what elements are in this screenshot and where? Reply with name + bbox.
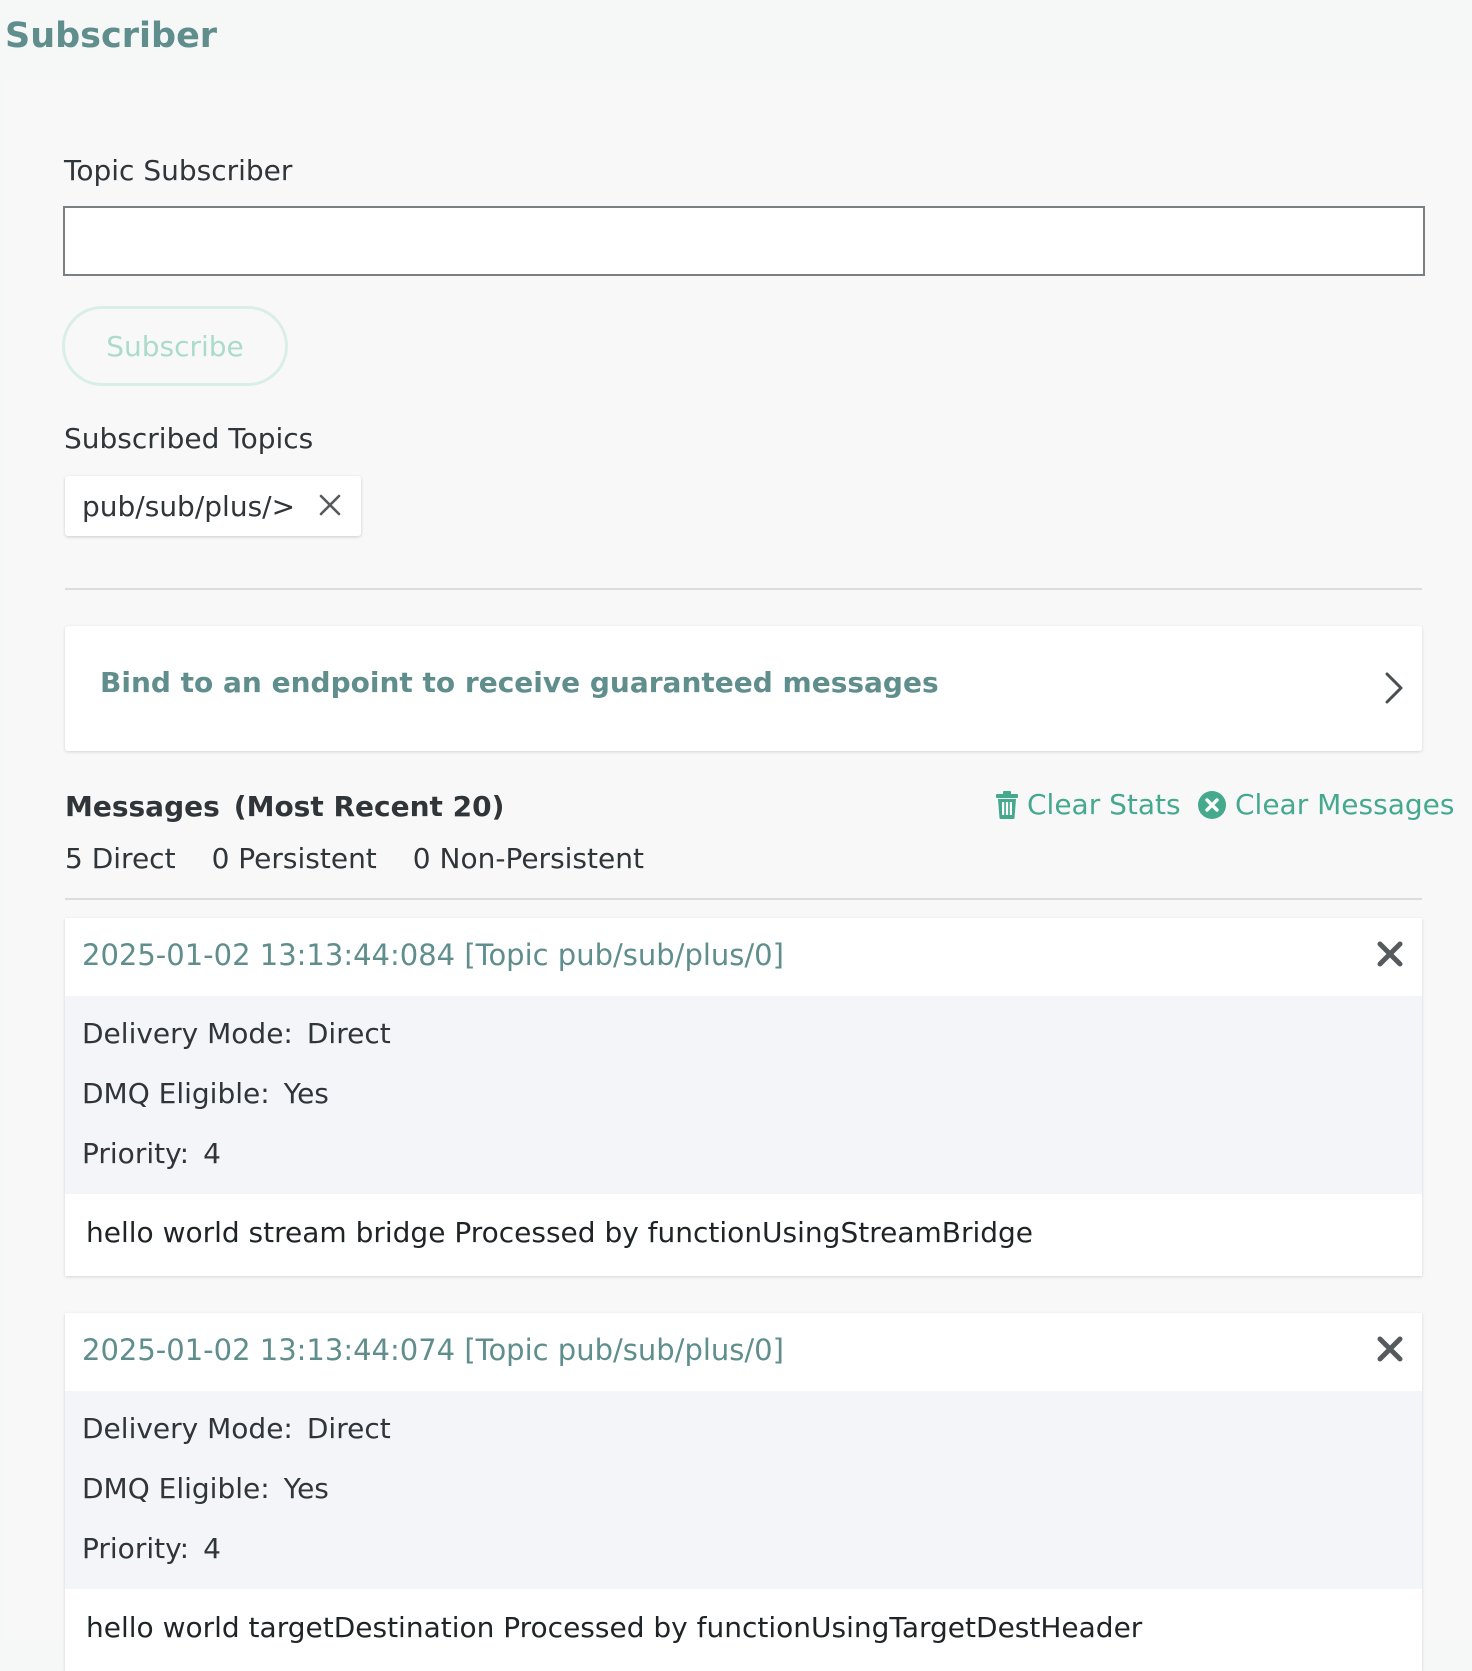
- bind-endpoint-card[interactable]: Bind to an endpoint to receive guarantee…: [65, 626, 1422, 751]
- delivery-mode-label: Delivery Mode:: [82, 1017, 293, 1050]
- message-body: hello world stream bridge Processed by f…: [86, 1216, 1034, 1249]
- subscriber-panel: Topic Subscriber Subscribe Subscribed To…: [5, 80, 1472, 1671]
- priority-value: 4: [203, 1532, 221, 1565]
- subscribe-button[interactable]: Subscribe: [62, 306, 288, 386]
- dmq-eligible-label: DMQ Eligible:: [82, 1472, 270, 1505]
- priority-value: 4: [203, 1137, 221, 1170]
- dmq-eligible-label: DMQ Eligible:: [82, 1077, 270, 1110]
- priority-row: Priority: 4: [82, 1531, 1422, 1567]
- priority-label: Priority:: [82, 1532, 190, 1565]
- messages-title: Messages (Most Recent 20): [65, 790, 504, 823]
- clear-messages-label: Clear Messages: [1235, 788, 1455, 821]
- topic-subscriber-label: Topic Subscriber: [64, 154, 293, 187]
- subscribed-topics-label: Subscribed Topics: [64, 422, 314, 455]
- message-properties: Delivery Mode: Direct DMQ Eligible: Yes Pr…: [65, 996, 1422, 1194]
- topic-subscriber-input[interactable]: [63, 206, 1425, 276]
- priority-row: Priority: 4: [82, 1136, 1422, 1172]
- priority-label: Priority:: [82, 1137, 190, 1170]
- delivery-mode-row: Delivery Mode: Direct: [82, 1411, 1422, 1447]
- message-body: hello world targetDestination Processed …: [86, 1611, 1143, 1644]
- message-timestamp-topic: 2025-01-02 13:13:44:084 [Topic pub/sub/p…: [82, 938, 784, 972]
- message-header: 2025-01-02 13:13:44:074 [Topic pub/sub/p…: [65, 1313, 1422, 1391]
- messages-heading: Messages: [65, 790, 220, 823]
- message-properties: Delivery Mode: Direct DMQ Eligible: Yes Pr…: [65, 1391, 1422, 1589]
- dmq-eligible-value: Yes: [283, 1077, 329, 1110]
- non-persistent-count: 0 Non-Persistent: [412, 842, 644, 875]
- delivery-mode-value: Direct: [306, 1017, 391, 1050]
- delivery-mode-row: Delivery Mode: Direct: [82, 1016, 1422, 1052]
- persistent-count: 0 Persistent: [211, 842, 377, 875]
- clear-messages-button[interactable]: Clear Messages: [1197, 788, 1454, 821]
- clear-stats-label: Clear Stats: [1027, 788, 1181, 821]
- message-card: 2025-01-02 13:13:44:084 [Topic pub/sub/p…: [65, 918, 1422, 1276]
- message-card: 2025-01-02 13:13:44:074 [Topic pub/sub/p…: [65, 1313, 1422, 1671]
- message-counts: 5 Direct 0 Persistent 0 Non-Persistent: [65, 842, 680, 875]
- dmq-eligible-row: DMQ Eligible: Yes: [82, 1076, 1422, 1112]
- close-circle-icon: [1198, 790, 1226, 819]
- close-icon[interactable]: [1376, 940, 1404, 968]
- subscribed-topic-chip: pub/sub/plus/>: [65, 476, 361, 536]
- divider: [65, 588, 1422, 590]
- page-title: Subscriber: [5, 16, 218, 56]
- clear-stats-button[interactable]: Clear Stats: [995, 788, 1181, 821]
- direct-count: 5 Direct: [65, 842, 176, 875]
- dmq-eligible-row: DMQ Eligible: Yes: [82, 1471, 1422, 1507]
- divider: [65, 898, 1422, 900]
- delivery-mode-label: Delivery Mode:: [82, 1412, 293, 1445]
- close-icon[interactable]: [1376, 1335, 1404, 1363]
- bind-endpoint-text: Bind to an endpoint to receive guarantee…: [100, 666, 939, 699]
- trash-icon: [996, 790, 1018, 819]
- delivery-mode-value: Direct: [306, 1412, 391, 1445]
- message-header: 2025-01-02 13:13:44:084 [Topic pub/sub/p…: [65, 918, 1422, 996]
- close-icon[interactable]: [315, 490, 345, 520]
- messages-subtitle: (Most Recent 20): [233, 790, 505, 823]
- message-timestamp-topic: 2025-01-02 13:13:44:074 [Topic pub/sub/p…: [82, 1333, 784, 1367]
- dmq-eligible-value: Yes: [283, 1472, 329, 1505]
- chevron-right-icon: [1382, 670, 1406, 706]
- subscribed-topic-text: pub/sub/plus/>: [82, 489, 296, 523]
